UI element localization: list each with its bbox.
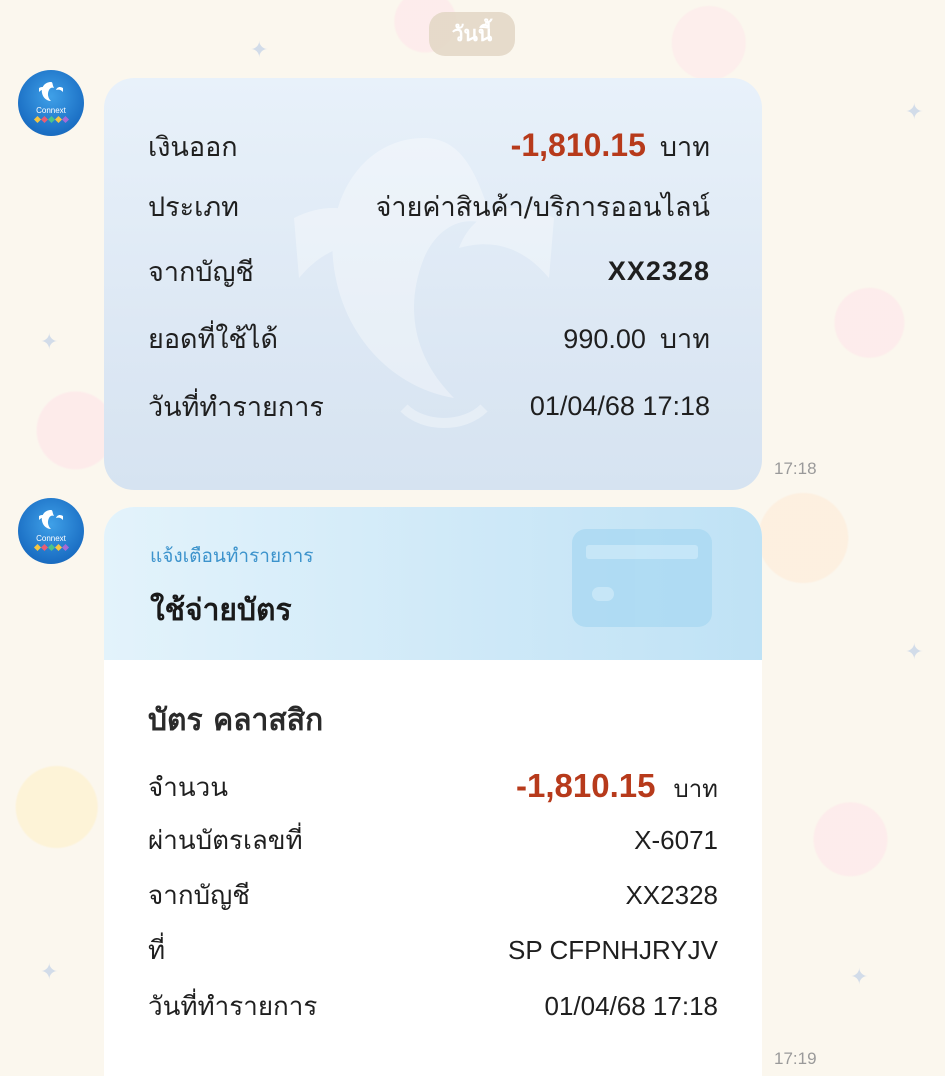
star-decoration: ✦ — [850, 965, 869, 990]
date-separator-label: วันนี้ — [451, 21, 493, 46]
card-number-label: ผ่านบัตรเลขที่ — [148, 825, 303, 856]
account-value: XX2328 — [625, 879, 718, 910]
star-decoration: ✦ — [40, 960, 59, 985]
star-decoration: ✦ — [40, 330, 59, 355]
account-row: จากบัญชี XX2328 — [148, 875, 718, 915]
bunting-icon — [33, 543, 69, 551]
datetime-value: 01/04/68 17:18 — [544, 990, 719, 1021]
currency-unit: บาท — [673, 774, 718, 803]
credit-card-icon — [572, 529, 712, 627]
balance-label: ยอดที่ใช้ได้ — [148, 323, 278, 355]
datetime-row: วันที่ทำรายการ 01/04/68 17:18 — [148, 986, 718, 1026]
type-value: จ่ายค่าสินค้า/บริการออนไลน์ — [375, 191, 710, 223]
datetime-label: วันที่ทำรายการ — [148, 991, 318, 1022]
merchant-label: ที่ — [148, 935, 166, 966]
type-row: ประเภท จ่ายค่าสินค้า/บริการออนไลน์ — [148, 186, 710, 226]
currency-unit: บาท — [659, 323, 710, 355]
type-label: ประเภท — [148, 191, 239, 223]
card-spending-message-card[interactable]: แจ้งเตือนทำรายการ ใช้จ่ายบัตร บัตร คลาสส… — [104, 507, 762, 1076]
date-separator: วันนี้ — [429, 12, 515, 56]
card-number-value: X-6071 — [634, 824, 718, 855]
notification-title: ใช้จ่ายบัตร — [150, 593, 292, 628]
account-row: จากบัญชี XX2328 — [148, 251, 710, 291]
datetime-value: 01/04/68 17:18 — [529, 390, 710, 421]
merchant-row: ที่ SP CFPNHJRYJV — [148, 930, 718, 970]
datetime-row: วันที่ทำรายการ 01/04/68 17:18 — [148, 386, 710, 426]
sender-avatar[interactable]: Connext — [18, 70, 84, 136]
withdrawal-label: เงินออก — [148, 131, 238, 163]
notification-subtitle: แจ้งเตือนทำรายการ — [150, 545, 314, 567]
card-number-row: ผ่านบัตรเลขที่ X-6071 — [148, 820, 718, 860]
datetime-label: วันที่ทำรายการ — [148, 391, 324, 423]
star-decoration: ✦ — [905, 100, 924, 125]
balance-value: 990.00 — [563, 323, 646, 354]
message-timestamp: 17:19 — [774, 1049, 817, 1068]
withdrawal-amount: -1,810.15 — [510, 126, 646, 163]
amount-row: จำนวน -1,810.15 บาท — [148, 767, 718, 807]
avatar-label: Connext — [36, 533, 66, 543]
avatar-label: Connext — [36, 105, 66, 115]
bank-logo-icon — [39, 509, 63, 529]
merchant-value: SP CFPNHJRYJV — [508, 934, 718, 965]
currency-unit: บาท — [659, 131, 710, 163]
account-label: จากบัญชี — [148, 256, 254, 288]
balance-row: ยอดที่ใช้ได้ 990.00 บาท — [148, 318, 710, 358]
bunting-icon — [33, 115, 69, 123]
card-name: บัตร คลาสสิก — [148, 703, 324, 738]
account-value: XX2328 — [607, 255, 710, 286]
transaction-message-card[interactable]: เงินออก -1,810.15 บาท ประเภท จ่ายค่าสินค… — [104, 78, 762, 490]
withdrawal-row: เงินออก -1,810.15 บาท — [148, 126, 710, 166]
message-timestamp: 17:18 — [774, 459, 817, 478]
card-spending-header: แจ้งเตือนทำรายการ ใช้จ่ายบัตร — [104, 507, 762, 660]
amount-value: -1,810.15 — [516, 766, 656, 804]
bank-logo-icon — [39, 81, 63, 101]
amount-label: จำนวน — [148, 772, 228, 803]
account-label: จากบัญชี — [148, 880, 250, 911]
star-decoration: ✦ — [250, 38, 269, 63]
sender-avatar[interactable]: Connext — [18, 498, 84, 564]
star-decoration: ✦ — [905, 640, 924, 665]
